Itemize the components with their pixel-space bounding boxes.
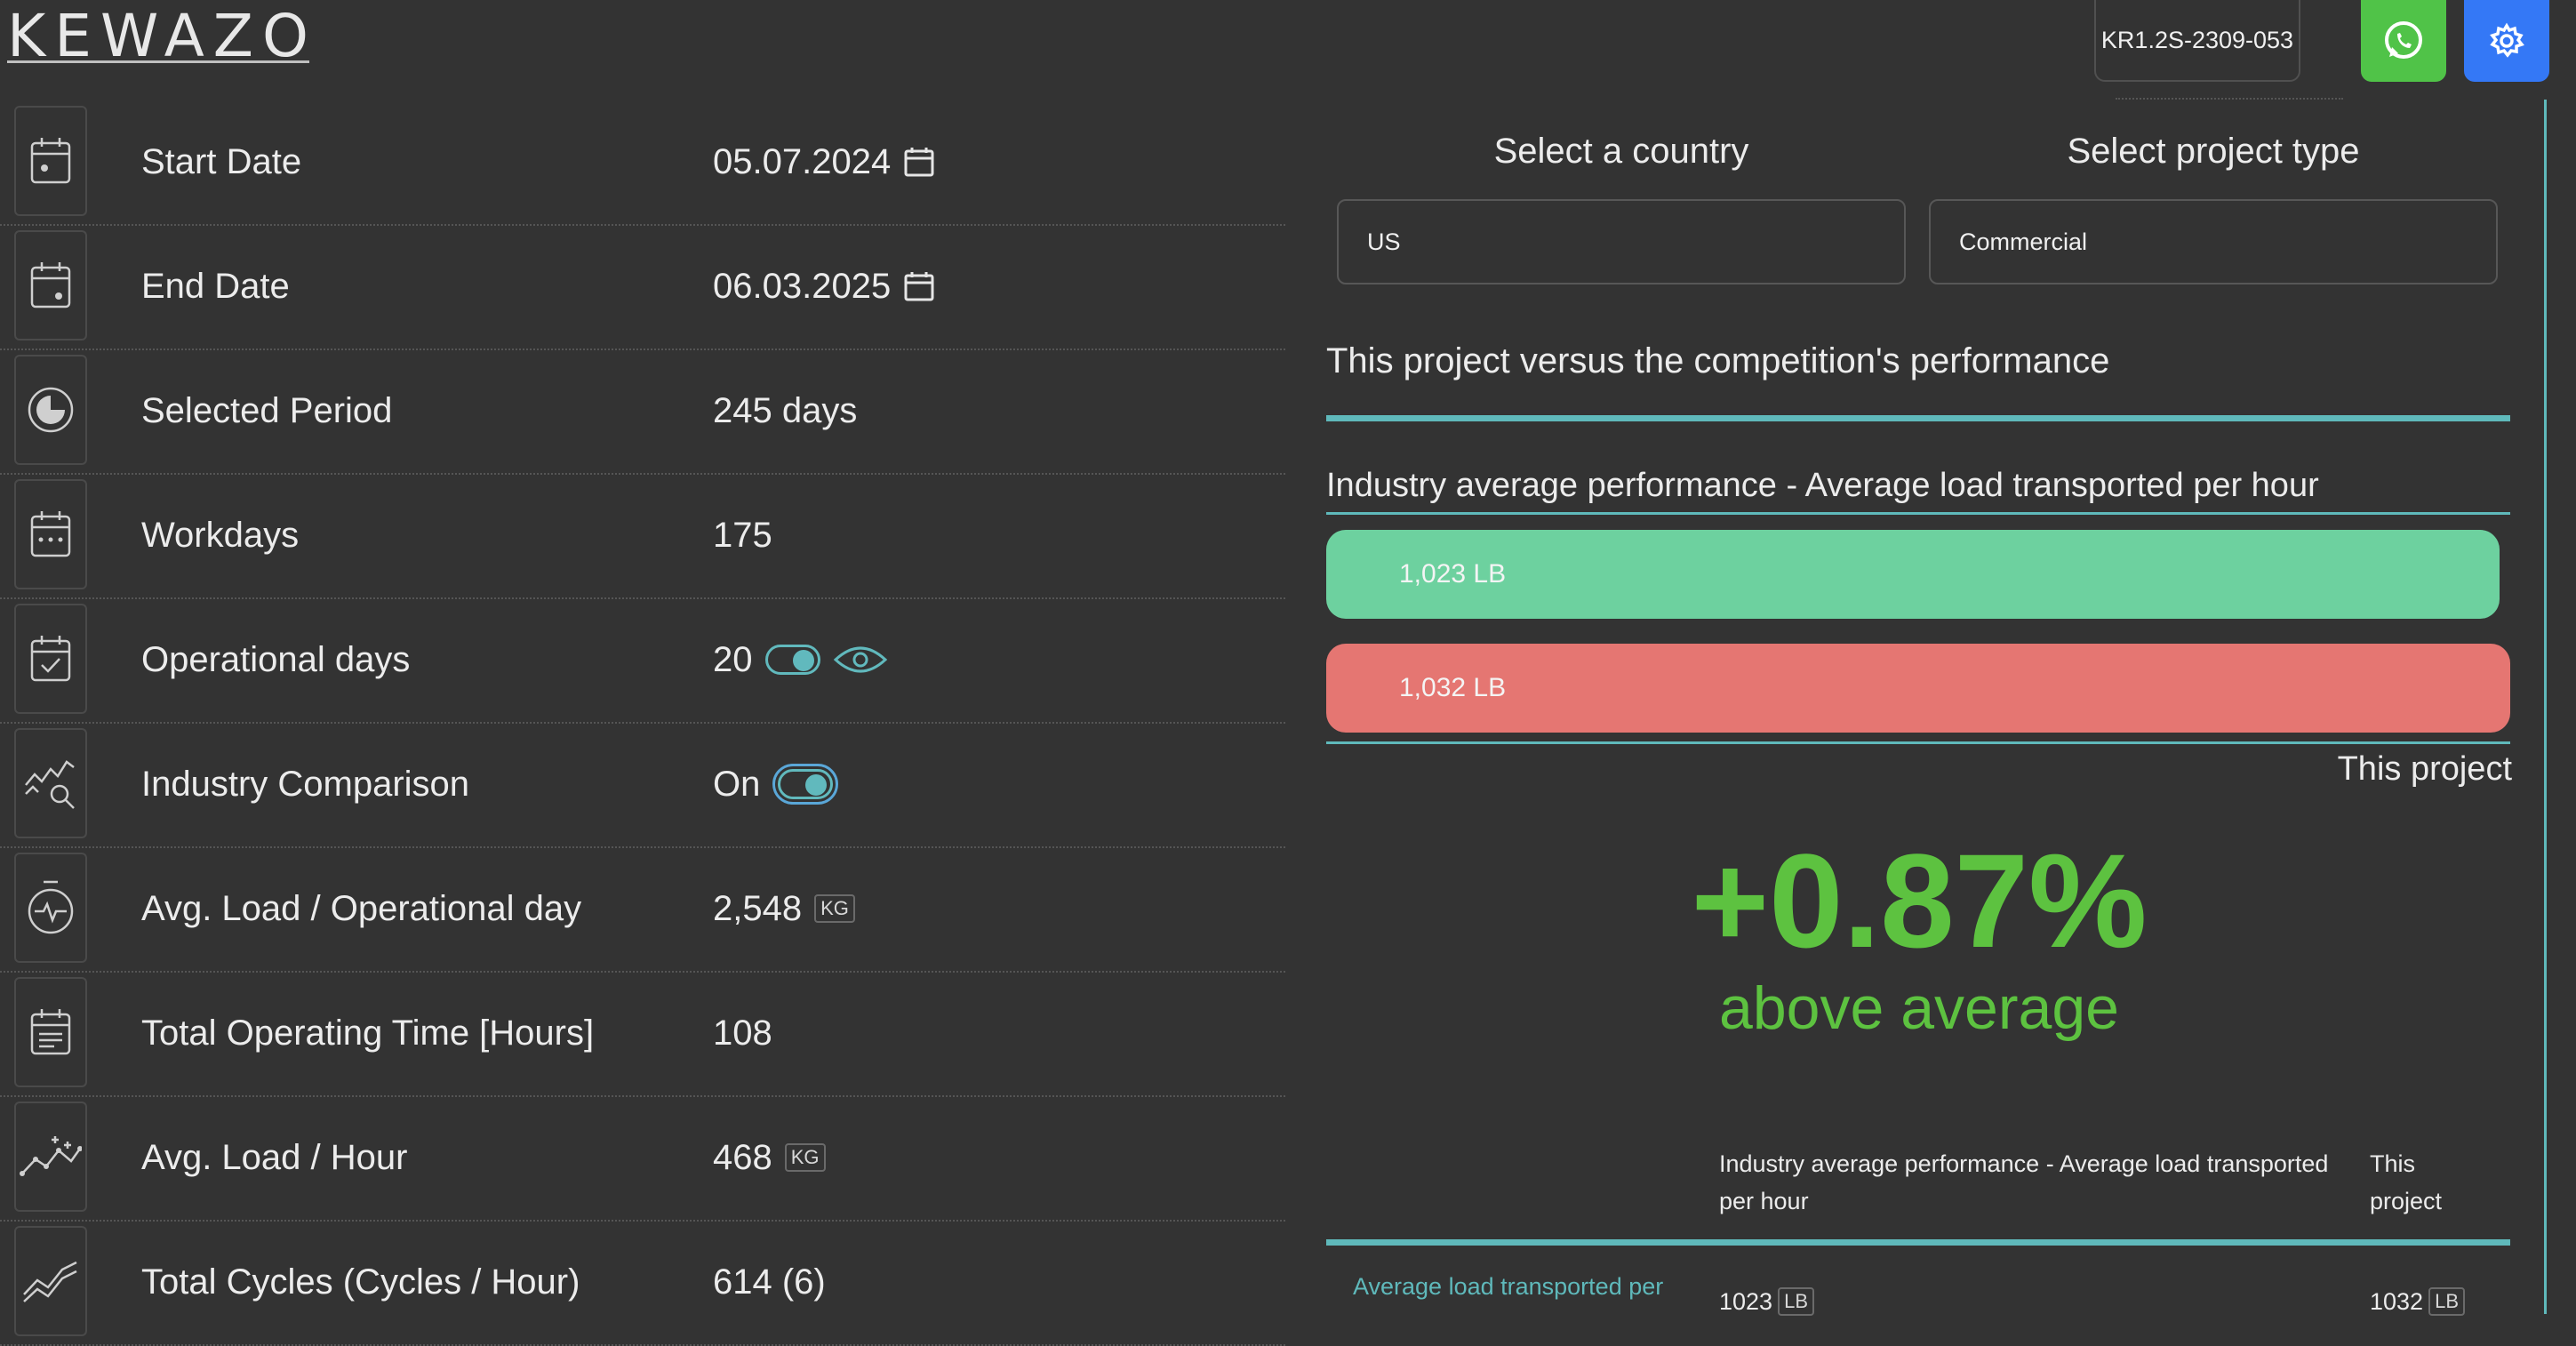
stat-label: Industry Comparison (141, 765, 470, 804)
stat-row-operational-days: Operational days 20 (0, 597, 1285, 724)
avg-load-operational-day-value: 2,548 (713, 888, 803, 928)
top-bar: KEWAZO KR1.2S-2309-053 (0, 0, 2576, 100)
stat-row-selected-period: Selected Period 245 days (0, 349, 1285, 475)
workdays-icon (14, 479, 87, 589)
calendar-icon (14, 106, 87, 216)
date-picker-icon[interactable] (903, 146, 935, 178)
comparison-title: This project versus the competition's pe… (1326, 341, 2110, 381)
stat-label: Operational days (141, 640, 411, 679)
table-header-industry: Industry average performance - Average l… (1719, 1150, 2329, 1214)
project-type-label: Select project type (2067, 132, 2360, 171)
table-cell-industry: 1023 LB (1719, 1287, 1814, 1316)
unit-badge: KG (784, 1143, 826, 1172)
country-select[interactable]: US (1337, 199, 1906, 284)
stat-row-avg-load-hour: Avg. Load / Hour 468 KG (0, 1095, 1285, 1222)
project-value: 1032 (2370, 1287, 2424, 1315)
avg-load-hour-value: 468 (713, 1137, 772, 1177)
table-row-label: Average load transported per (1353, 1273, 1664, 1300)
kewazo-logo: KEWAZO (7, 2, 317, 70)
start-date-value[interactable]: 05.07.2024 (713, 142, 891, 182)
toggle-knob (792, 650, 814, 671)
table-header-divider (1326, 1239, 2510, 1246)
stat-row-end-date: End Date 06.03.2025 (0, 224, 1285, 350)
table-cell-project: 1032 LB (2370, 1287, 2465, 1316)
stat-row-workdays: Workdays 175 (0, 473, 1285, 599)
table-header-project: This project (2370, 1150, 2443, 1214)
date-picker-icon[interactable] (903, 270, 935, 302)
this-project-label: This project (2337, 750, 2512, 788)
whatsapp-button[interactable] (2361, 0, 2446, 82)
this-project-bar: 1,032 LB (1326, 644, 2510, 733)
device-selector[interactable]: KR1.2S-2309-053 (2094, 0, 2300, 82)
project-type-select[interactable]: Commercial (1929, 199, 2498, 284)
industry-average-bar: 1,023 LB (1326, 530, 2500, 619)
stat-label: Avg. Load / Operational day (141, 889, 582, 928)
end-date-value[interactable]: 06.03.2025 (713, 267, 891, 307)
stat-row-total-cycles: Total Cycles (Cycles / Hour) 614 (6) (0, 1220, 1285, 1346)
calendar-end-icon (14, 230, 87, 341)
stat-row-industry-comparison: Industry Comparison On (0, 722, 1285, 848)
selected-period-value: 245 days (713, 390, 858, 430)
industry-value: 1023 (1719, 1287, 1773, 1315)
chart-search-icon (14, 728, 87, 838)
delta-caption: above average (1719, 974, 2119, 1042)
panel-edge (2544, 100, 2547, 1314)
total-cycles-value: 614 (6) (713, 1262, 826, 1302)
performance-delta: +0.87% (1691, 826, 2148, 975)
calendar-check-icon (14, 604, 87, 714)
industry-bar-label: 1,023 LB (1399, 559, 1507, 589)
country-label: Select a country (1493, 132, 1749, 171)
settings-button[interactable] (2464, 0, 2549, 82)
stat-row-total-operating-time: Total Operating Time [Hours] 108 (0, 971, 1285, 1097)
stat-label: Avg. Load / Hour (141, 1138, 408, 1177)
stat-label: Workdays (141, 516, 300, 555)
stat-label: Total Operating Time [Hours] (141, 1014, 595, 1053)
project-bar-label: 1,032 LB (1399, 673, 1507, 702)
trend-lines-icon (14, 1226, 87, 1336)
eye-icon[interactable] (833, 642, 888, 677)
industry-comparison-toggle[interactable] (772, 764, 839, 805)
divider (1326, 512, 2510, 515)
unit-badge: KG (814, 894, 855, 923)
document-calendar-icon (14, 977, 87, 1087)
stat-row-avg-load-operational-day: Avg. Load / Operational day 2,548 KG (0, 846, 1285, 973)
stat-label: Selected Period (141, 391, 393, 430)
industry-title: Industry average performance - Average l… (1326, 467, 2319, 504)
period-icon (14, 355, 87, 465)
stat-label: Total Cycles (Cycles / Hour) (141, 1262, 580, 1302)
stat-label: Start Date (141, 142, 302, 181)
stopwatch-icon (14, 853, 87, 963)
divider (1326, 741, 2510, 744)
section-divider (1326, 415, 2510, 421)
trend-sparkle-icon (14, 1102, 87, 1212)
workdays-value: 175 (713, 515, 772, 555)
logo-underline (7, 60, 309, 63)
stat-row-start-date: Start Date 05.07.2024 (0, 100, 1285, 226)
unit-badge: LB (1778, 1287, 1814, 1316)
industry-comparison-value: On (713, 764, 761, 804)
gear-icon (2490, 22, 2524, 58)
whatsapp-icon (2385, 21, 2422, 59)
operational-days-toggle[interactable] (764, 645, 820, 675)
unit-badge: LB (2428, 1287, 2465, 1316)
device-divider (2116, 98, 2343, 100)
operational-days-value: 20 (713, 639, 753, 679)
stat-label: End Date (141, 267, 290, 306)
total-operating-time-value: 108 (713, 1013, 772, 1053)
